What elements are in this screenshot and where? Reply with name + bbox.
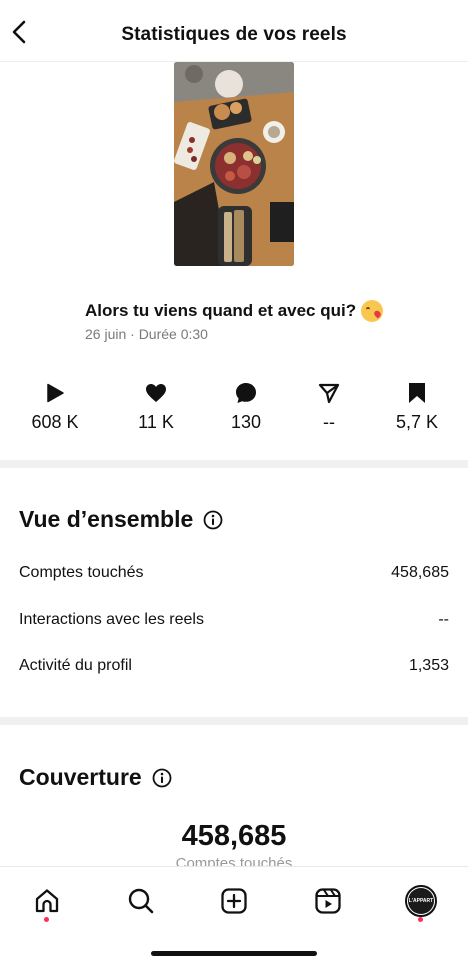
stat-comments: 130 <box>201 380 291 433</box>
profile-notification-dot <box>418 917 423 922</box>
tab-reels[interactable] <box>308 881 348 921</box>
overview-heading: Vue d’ensemble <box>19 506 223 533</box>
overview-row-interactions[interactable]: Interactions avec les reels -- <box>19 611 449 629</box>
overview-title: Vue d’ensemble <box>19 506 194 532</box>
stat-plays-value: 608 K <box>31 412 79 432</box>
coverage-heading: Couverture <box>19 764 172 791</box>
section-divider <box>0 717 468 725</box>
row-value: 1,353 <box>408 657 449 674</box>
play-icon <box>47 383 64 403</box>
header: Statistiques de vos reels <box>0 0 468 62</box>
stat-likes: 11 K <box>111 380 201 433</box>
reel-thumbnail-image <box>174 62 294 266</box>
tab-search[interactable] <box>121 881 161 921</box>
reel-caption: Alors tu viens quand et avec qui? <box>85 300 384 322</box>
bookmark-icon <box>409 383 425 403</box>
stat-likes-value: 11 K <box>138 412 174 432</box>
tab-home[interactable] <box>27 881 67 921</box>
coverage-title: Couverture <box>19 764 142 790</box>
stats-row: 608 K 11 K 130 -- 5,7 K <box>0 380 468 440</box>
row-value: -- <box>438 611 449 628</box>
stat-comments-value: 130 <box>230 412 262 432</box>
home-notification-dot <box>44 917 49 922</box>
search-icon <box>128 888 154 914</box>
reel-thumbnail[interactable] <box>174 62 294 266</box>
info-icon[interactable] <box>152 768 172 788</box>
page-title: Statistiques de vos reels <box>121 24 347 45</box>
overview-row-profile-activity[interactable]: Activité du profil 1,353 <box>19 657 449 675</box>
stat-shares: -- <box>284 380 374 433</box>
coverage-number: 458,685 <box>181 820 287 852</box>
comment-icon <box>236 383 256 403</box>
add-square-icon <box>221 888 247 914</box>
send-icon <box>318 383 340 404</box>
stat-shares-value: -- <box>323 412 335 432</box>
reel-caption-text: Alors tu viens quand et avec qui? <box>85 301 357 320</box>
reels-icon <box>315 888 341 914</box>
info-icon[interactable] <box>203 510 223 530</box>
home-indicator <box>151 951 317 956</box>
row-label: Interactions avec les reels <box>19 611 204 628</box>
row-label: Activité du profil <box>19 657 132 674</box>
tab-create[interactable] <box>214 881 254 921</box>
stat-saves: 5,7 K <box>372 380 462 433</box>
stat-saves-value: 5,7 K <box>395 412 439 432</box>
section-divider <box>0 460 468 468</box>
row-value: 458,685 <box>391 564 449 581</box>
stat-plays: 608 K <box>10 380 100 433</box>
avatar: L'APPART <box>405 885 437 917</box>
tab-profile[interactable]: L'APPART <box>401 881 441 921</box>
avatar-logo: L'APPART <box>408 888 434 914</box>
overview-row-reach[interactable]: Comptes touchés 458,685 <box>19 564 449 582</box>
bottom-tab-bar: L'APPART <box>0 866 468 966</box>
kissing-face-emoji-icon <box>361 300 384 322</box>
home-icon <box>35 889 59 913</box>
heart-icon <box>146 384 166 402</box>
row-label: Comptes touchés <box>19 564 144 581</box>
reel-meta: 26 juin · Durée 0:30 <box>85 326 208 342</box>
